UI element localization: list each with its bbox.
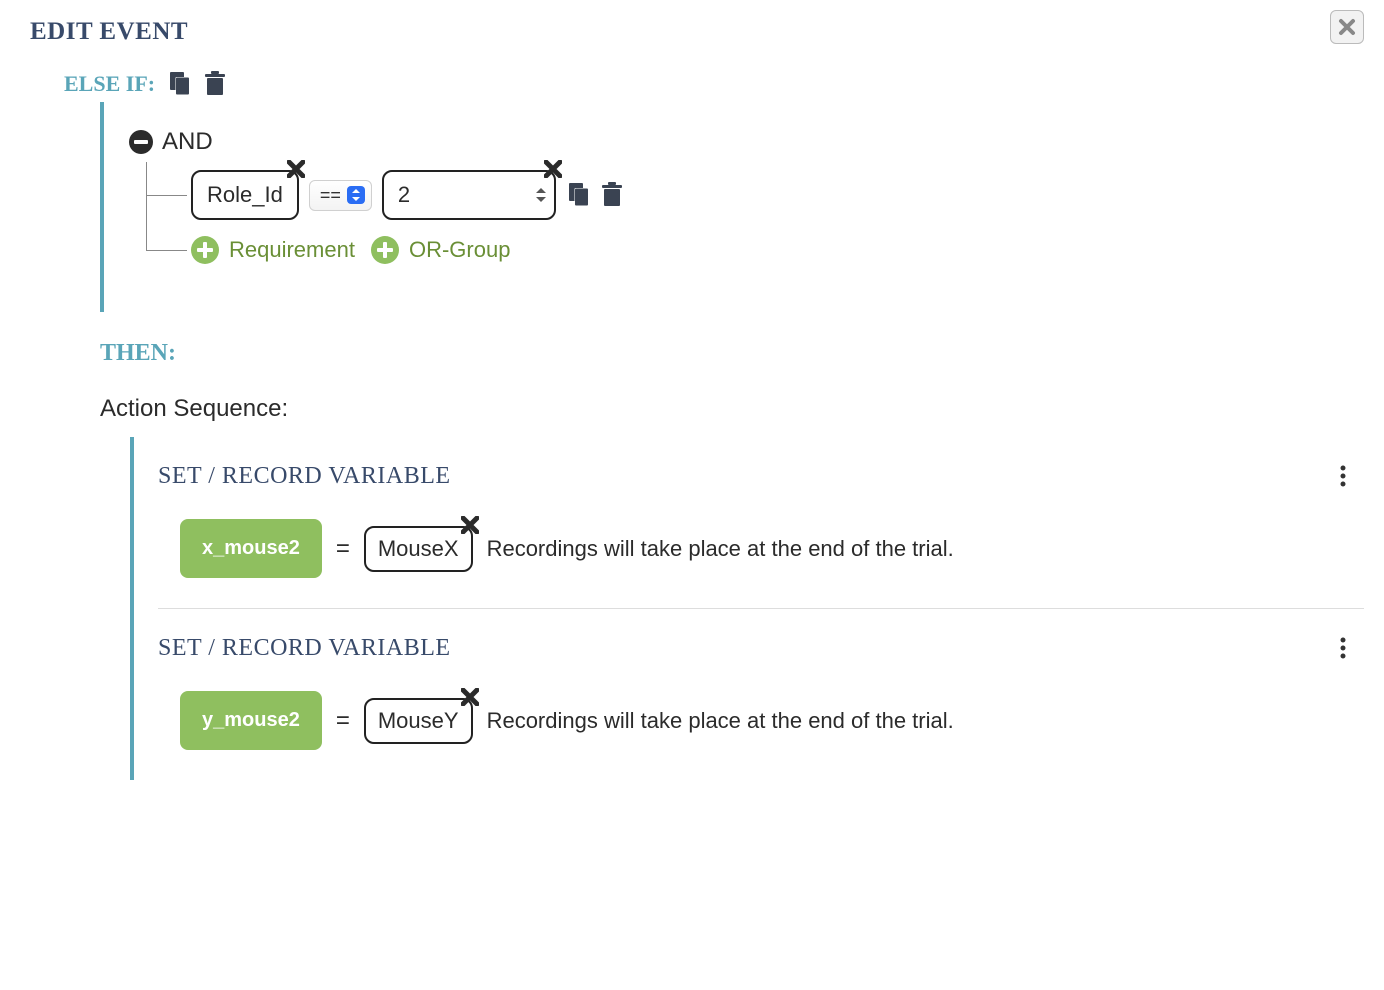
condition-row: Role_Id ==: [191, 170, 1364, 220]
value-pill[interactable]: MouseY: [364, 698, 473, 744]
copy-icon[interactable]: [167, 70, 191, 98]
add-requirement-button[interactable]: [191, 236, 219, 264]
action-note: Recordings will take place at the end of…: [487, 708, 954, 734]
operator-select[interactable]: ==: [309, 180, 372, 211]
remove-value-icon[interactable]: [461, 688, 479, 706]
action-card: SET / RECORD VARIABLE y_mouse2 = MouseY …: [158, 609, 1364, 780]
action-title: SET / RECORD VARIABLE: [158, 635, 451, 662]
action-sequence: SET / RECORD VARIABLE x_mouse2 = MouseX …: [130, 437, 1364, 780]
variable-chip[interactable]: y_mouse2: [180, 691, 322, 750]
action-menu-button[interactable]: [1330, 633, 1356, 663]
remove-value-icon[interactable]: [544, 160, 562, 178]
remove-variable-icon[interactable]: [287, 160, 305, 178]
condition-value: 2: [398, 182, 410, 208]
condition-variable[interactable]: Role_Id: [191, 170, 299, 220]
remove-value-icon[interactable]: [461, 516, 479, 534]
trash-icon[interactable]: [203, 70, 227, 98]
elseif-body: AND Role_Id ==: [100, 102, 1364, 312]
add-orgroup-button[interactable]: [371, 236, 399, 264]
action-note: Recordings will take place at the end of…: [487, 536, 954, 562]
elseif-label: ELSE IF:: [64, 71, 155, 97]
close-icon: [1338, 18, 1356, 36]
action-menu-button[interactable]: [1330, 461, 1356, 491]
operator-label: ==: [320, 185, 341, 206]
condition-value-input[interactable]: 2: [382, 170, 556, 220]
add-requirement-label: Requirement: [229, 237, 355, 263]
page-title: EDIT EVENT: [30, 18, 188, 46]
collapse-icon[interactable]: [128, 129, 154, 155]
then-label: THEN:: [100, 340, 1364, 367]
action-sequence-label: Action Sequence:: [100, 395, 1364, 423]
action-title: SET / RECORD VARIABLE: [158, 463, 451, 490]
add-orgroup-label: OR-Group: [409, 237, 510, 263]
equals-sign: =: [336, 707, 350, 735]
close-button[interactable]: [1330, 10, 1364, 44]
copy-condition-icon[interactable]: [566, 181, 590, 209]
delete-condition-icon[interactable]: [600, 181, 624, 209]
variable-chip[interactable]: x_mouse2: [180, 519, 322, 578]
chevron-updown-icon: [347, 186, 365, 204]
number-stepper-icon[interactable]: [536, 188, 546, 202]
logic-operator-label: AND: [162, 128, 213, 156]
equals-sign: =: [336, 535, 350, 563]
value-pill[interactable]: MouseX: [364, 526, 473, 572]
action-card: SET / RECORD VARIABLE x_mouse2 = MouseX …: [158, 437, 1364, 609]
